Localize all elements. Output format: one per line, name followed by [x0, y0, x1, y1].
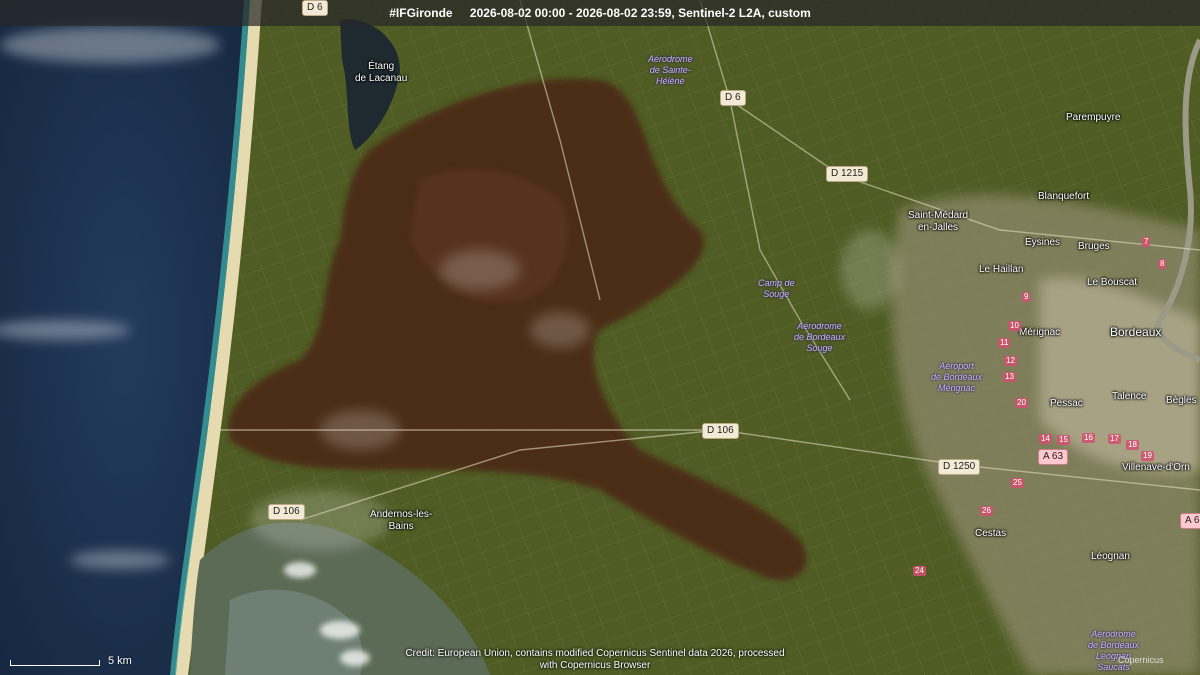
scale-label: 5 km [108, 655, 132, 667]
copernicus-logo: Copernicus [1118, 655, 1164, 665]
poi-camp-de-souge: Camp de Souge [758, 278, 795, 299]
exit-number: 14 [1039, 434, 1052, 444]
place-begles: Bègles [1166, 395, 1197, 406]
place-saint-medard: Saint-Médard en-Jalles [908, 210, 969, 233]
exit-number: 15 [1057, 435, 1070, 445]
place-eysines: Eysines [1025, 237, 1061, 248]
place-le-haillan: Le Haillan [979, 264, 1024, 275]
exit-number: 9 [1022, 292, 1031, 302]
exit-number: 7 [1142, 237, 1151, 247]
road-label-d106: D 106 [702, 423, 739, 439]
poi-aerodrome-sainte-helene: Aérodrome de Sainte- Hélène [648, 54, 693, 86]
place-parempuyre: Parempuyre [1066, 112, 1121, 123]
exit-number: 26 [980, 506, 993, 516]
credit-text: Credit: European Union, contains modifie… [405, 648, 785, 671]
road-label-d6-top: D 6 [302, 0, 328, 16]
map-title-bar: #IFGironde 2026-08-02 00:00 - 2026-08-02… [0, 0, 1200, 26]
exit-number: 24 [913, 566, 926, 576]
road-label-d1250: D 1250 [938, 459, 981, 475]
acquisition-info: 2026-08-02 00:00 - 2026-08-02 23:59, Sen… [469, 6, 811, 20]
exit-number: 11 [998, 338, 1011, 348]
poi-aerodrome-bordeaux-souge: Aérodrome de Bordeaux Souge [794, 321, 846, 353]
hashtag-label: #IFGironde [389, 6, 453, 20]
exit-number: 18 [1126, 440, 1139, 450]
place-cestas: Cestas [975, 528, 1007, 539]
road-label-d1215: D 1215 [826, 166, 869, 182]
place-villenave: Villenave-d'Orn [1122, 462, 1190, 473]
place-etang-lacanau: Étang de Lacanau [355, 61, 408, 84]
exit-number: 12 [1004, 356, 1017, 366]
exit-number: 13 [1003, 372, 1016, 382]
place-le-bouscat: Le Bouscat [1087, 277, 1138, 288]
road-label-a63: A 63 [1038, 449, 1069, 465]
exit-number: 10 [1008, 321, 1021, 331]
exit-number: 19 [1141, 451, 1154, 461]
place-andernos-les-bains: Andernos-les- Bains [370, 509, 433, 532]
place-leognan: Léognan [1091, 551, 1130, 562]
road-label-d6: D 6 [720, 90, 746, 106]
exit-number: 16 [1082, 433, 1095, 443]
place-merignac: Mérignac [1019, 327, 1061, 338]
poi-aeroport-bordeaux-merignac: Aéroport de Bordeaux Mérignac [931, 361, 983, 393]
place-talence: Talence [1112, 391, 1147, 402]
place-pessac: Pessac [1050, 398, 1083, 409]
exit-number: 25 [1011, 478, 1024, 488]
exit-number: 17 [1108, 434, 1121, 444]
exit-number: 8 [1158, 259, 1167, 269]
scale-bar-line [10, 660, 100, 666]
road-label-a6: A 6 [1180, 513, 1200, 529]
place-bordeaux: Bordeaux [1110, 325, 1162, 339]
road-label-d106-west: D 106 [268, 504, 305, 520]
place-bruges: Bruges [1078, 241, 1110, 252]
poi-aerodrome-leognan-saucats: Aérodrome de Bordeaux Léognan Saucats [1088, 629, 1140, 672]
place-blanquefort: Blanquefort [1038, 191, 1090, 202]
exit-number: 20 [1015, 398, 1028, 408]
